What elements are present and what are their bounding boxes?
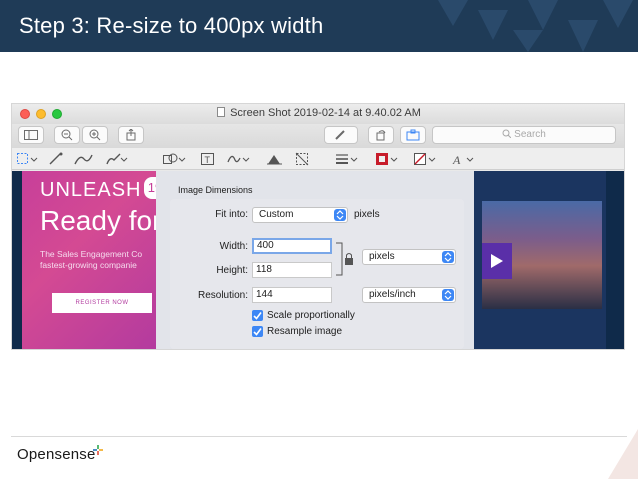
subline-1: The Sales Engagement Co [40,249,143,259]
height-label: Height: [216,265,248,276]
slide-title: Step 3: Re-size to 400px width [19,13,324,38]
zoom-out-button[interactable] [54,126,80,144]
height-field[interactable]: 118 [252,262,332,278]
draw-icon[interactable] [104,152,128,166]
logo-star-icon [93,445,103,455]
sketch-icon[interactable] [72,152,96,166]
adjust-color-icon[interactable] [264,152,288,166]
chevron-updown-icon [334,209,346,221]
markup-toolbar: T A [12,148,624,170]
toolbox-button[interactable] [400,126,426,144]
svg-text:A: A [452,153,461,166]
zoom-in-icon [89,129,101,141]
subline: The Sales Engagement Co fastest-growing … [40,249,142,271]
dimensions-panel: Fit into: Custom pixels Width: 400 Heigh… [170,199,464,349]
toolbox-icon [406,129,420,141]
border-color-icon[interactable] [374,152,398,166]
checkmark-icon [253,312,262,320]
play-button [482,243,512,279]
share-icon [126,129,136,141]
instant-alpha-icon[interactable] [46,152,70,166]
headline: Ready for [40,205,162,236]
rotate-icon [376,130,386,141]
video-thumbnail [474,171,606,349]
zoom-in-button[interactable] [82,126,108,144]
window-title-text: Screen Shot 2019-02-14 at 9.40.02 AM [230,107,421,119]
svg-text:T: T [205,155,211,165]
text-icon[interactable]: T [198,152,222,166]
resample-image-label: Resample image [267,326,343,337]
resolution-label: Resolution: [197,290,248,301]
fill-color-icon[interactable] [412,152,436,166]
zoom-out-icon [61,129,73,141]
fit-into-label: Fit into: [215,209,248,220]
main-toolbar: Search [12,124,624,148]
lock-bracket-icon[interactable] [334,241,356,277]
rotate-button[interactable] [368,126,394,144]
play-icon [491,254,503,268]
size-unit-select[interactable]: pixels [362,249,456,265]
search-input[interactable]: Search [432,126,616,144]
adjust-size-icon[interactable] [292,152,316,166]
search-icon [502,129,512,139]
chevron-updown-icon [442,251,454,263]
brand-text: UNLEASH [40,179,142,201]
dialog-heading: Image Dimensions [178,185,253,195]
decorative-pattern [438,0,633,52]
resolution-unit-select[interactable]: pixels/inch [362,287,456,303]
text-style-icon[interactable]: A [450,152,474,166]
chevron-updown-icon [442,289,454,301]
resolution-unit-value: pixels/inch [369,289,416,300]
width-label: Width: [219,241,248,252]
fit-into-select[interactable]: Custom [252,207,348,223]
corner-decoration [608,429,638,479]
width-field[interactable]: 400 [252,238,332,254]
window-title: Screen Shot 2019-02-14 at 9.40.02 AM [12,107,624,119]
shapes-icon[interactable] [162,152,186,166]
share-button[interactable] [118,126,144,144]
sidebar-toggle-button[interactable] [18,126,44,144]
scale-proportionally-checkbox[interactable] [252,310,263,321]
image-dimensions-sheet: Image Dimensions Fit into: Custom pixels… [156,171,474,349]
subline-2: fastest-growing companie [40,260,137,270]
scale-proportionally-label: Scale proportionally [267,310,355,321]
window-titlebar: Screen Shot 2019-02-14 at 9.40.02 AM [12,104,624,124]
checkmark-icon [253,328,262,336]
resample-image-checkbox[interactable] [252,326,263,337]
rectangular-selection-icon[interactable] [16,152,40,166]
screenshot: Screen Shot 2019-02-14 at 9.40.02 AM Sea… [11,103,625,350]
footer-divider [11,436,627,437]
document-canvas: UNLEASH 19 Ready for The Sales Engagemen… [12,171,624,349]
image-dimensions-dialog: Image Dimensions Fit into: Custom pixels… [166,177,466,349]
register-now-button: REGISTER NOW [52,293,152,313]
fit-into-unit: pixels [354,209,380,220]
slide: Step 3: Re-size to 400px width Screen Sh… [0,0,638,479]
title-bar: Step 3: Re-size to 400px width [0,0,638,52]
resolution-field[interactable]: 144 [252,287,332,303]
pen-icon [335,130,345,140]
markup-button[interactable] [324,126,358,144]
shape-style-icon[interactable] [334,152,358,166]
size-unit-value: pixels [369,251,395,262]
fit-into-value: Custom [259,209,294,220]
banner-image: UNLEASH 19 Ready for The Sales Engagemen… [22,171,162,349]
opensense-logo: Opensense [17,446,96,463]
search-placeholder: Search [514,129,546,140]
sign-icon[interactable] [226,152,250,166]
document-icon [217,107,226,117]
sidebar-icon [24,130,38,140]
